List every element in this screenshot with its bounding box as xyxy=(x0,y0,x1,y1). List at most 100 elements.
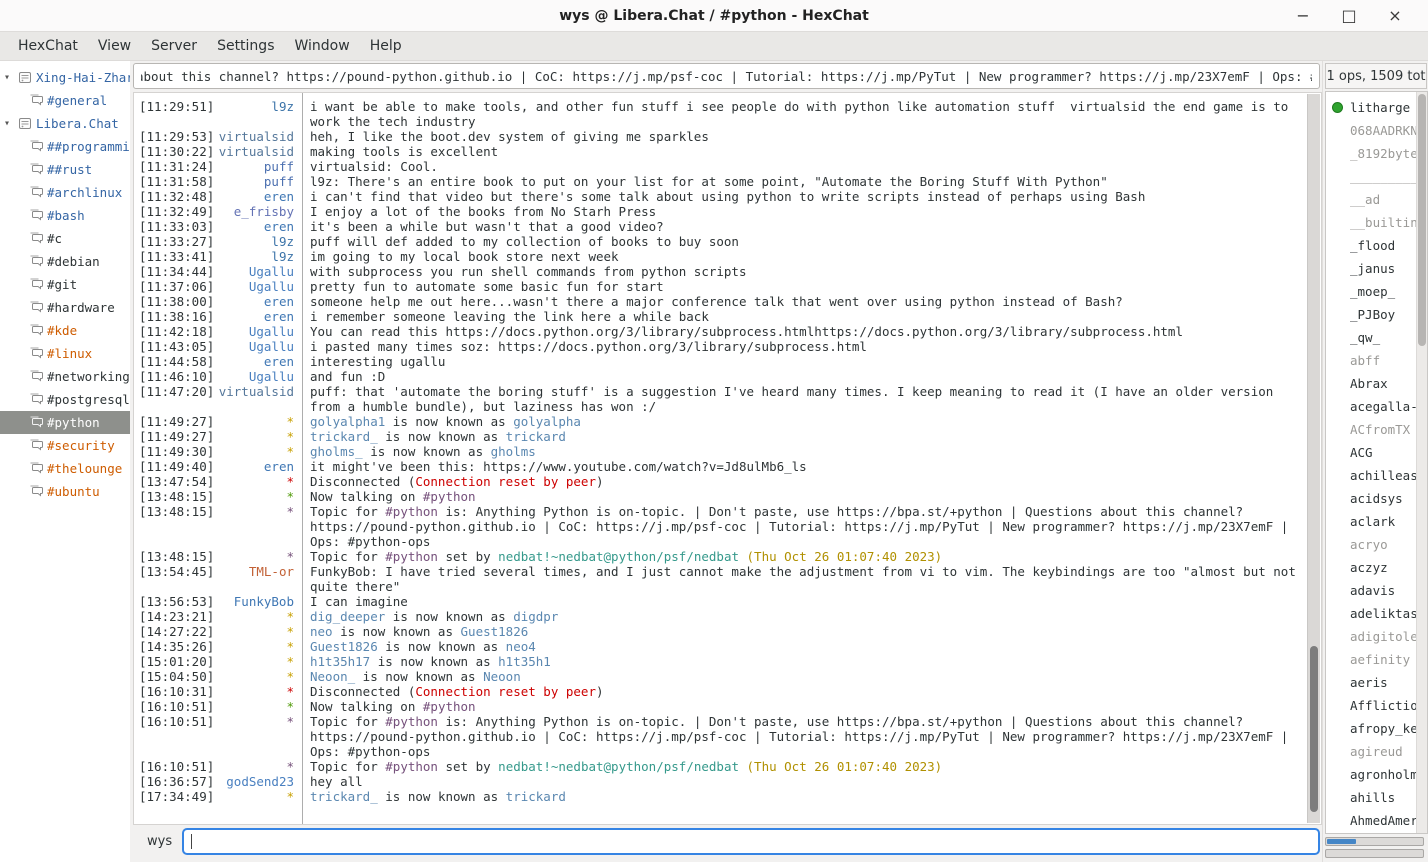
nick-label: eren xyxy=(264,189,294,204)
sidebar-item-hardware[interactable]: #hardware xyxy=(0,296,130,319)
message-segment: h1t35h17 xyxy=(310,654,370,669)
user-list-item[interactable]: _________ xyxy=(1326,165,1427,188)
sidebar-item-ubuntu[interactable]: #ubuntu xyxy=(0,480,130,503)
menu-item-hexchat[interactable]: HexChat xyxy=(8,34,88,58)
chat-line: [13:56:53]FunkyBobI can imagine xyxy=(139,594,1301,609)
topic-bar[interactable]: about this channel? https://pound-python… xyxy=(133,63,1320,89)
user-nick: ahills xyxy=(1350,790,1395,805)
user-list: litharge068AADRKN_8192byte___________ad_… xyxy=(1325,91,1428,834)
message-segment: gholms_ xyxy=(310,444,363,459)
sidebar-item-kde[interactable]: #kde xyxy=(0,319,130,342)
user-list-item[interactable]: _flood xyxy=(1326,234,1427,257)
sidebar-item-thelounge[interactable]: #thelounge xyxy=(0,457,130,480)
user-list-item[interactable]: adavis xyxy=(1326,579,1427,602)
user-list-item[interactable]: agronholm xyxy=(1326,763,1427,786)
chat-line: [11:46:10]Ugalluand fun :D xyxy=(139,369,1301,384)
sidebar-item-linux[interactable]: #linux xyxy=(0,342,130,365)
timestamp: [13:56:53] xyxy=(139,594,214,609)
sidebar-item-git[interactable]: #git xyxy=(0,273,130,296)
user-list-item[interactable]: _PJBoy xyxy=(1326,303,1427,326)
message-segment: set by xyxy=(438,759,498,774)
nick-label: Ugallu xyxy=(249,279,294,294)
menu-item-help[interactable]: Help xyxy=(360,34,412,58)
menu-item-view[interactable]: View xyxy=(88,34,141,58)
expander-icon[interactable]: ▾ xyxy=(4,118,18,129)
user-list-item[interactable]: litharge xyxy=(1326,96,1427,119)
user-list-item[interactable]: adeliktas xyxy=(1326,602,1427,625)
sidebar-item-python[interactable]: #python xyxy=(0,411,130,434)
user-list-item[interactable]: 068AADRKN xyxy=(1326,119,1427,142)
user-list-item[interactable]: _moep_ xyxy=(1326,280,1427,303)
sidebar-item-rust[interactable]: ##rust xyxy=(0,158,130,181)
message-text: Topic for #python is: Anything Python is… xyxy=(302,504,1301,549)
input-bar: wys xyxy=(133,825,1322,862)
timestamp: [11:42:18] xyxy=(139,324,214,339)
user-list-item[interactable]: ACfromTX xyxy=(1326,418,1427,441)
userlist-scrollbar-thumb[interactable] xyxy=(1418,94,1426,346)
user-list-item[interactable]: _8192byte xyxy=(1326,142,1427,165)
userlist-scrollbar[interactable] xyxy=(1416,92,1427,833)
chat-scrollbar-thumb[interactable] xyxy=(1310,646,1318,812)
user-list-item[interactable]: abff xyxy=(1326,349,1427,372)
minimize-button[interactable]: − xyxy=(1280,6,1326,25)
user-list-item[interactable]: ahills xyxy=(1326,786,1427,809)
message-text: h1t35h17 is now known as h1t35h1 xyxy=(302,654,1301,669)
event-star: * xyxy=(286,549,294,564)
user-list-item[interactable]: acegalla- xyxy=(1326,395,1427,418)
user-list-item[interactable]: afropy_ke xyxy=(1326,717,1427,740)
expander-icon[interactable]: ▾ xyxy=(4,72,18,83)
user-nick: _PJBoy xyxy=(1350,307,1395,322)
maximize-button[interactable]: □ xyxy=(1326,6,1372,25)
sidebar-item-debian[interactable]: #debian xyxy=(0,250,130,273)
tree-server-Libera.Chat[interactable]: ▾Libera.Chat xyxy=(0,112,130,135)
channel-icon xyxy=(29,255,47,268)
user-list-item[interactable]: __ad xyxy=(1326,188,1427,211)
user-list-item[interactable]: _janus xyxy=(1326,257,1427,280)
chat-scrollbar[interactable] xyxy=(1307,94,1320,823)
user-list-item[interactable]: _qw_ xyxy=(1326,326,1427,349)
message-segment: Topic for xyxy=(310,504,385,519)
nick-label: eren xyxy=(264,219,294,234)
sidebar-item-networking[interactable]: #networking xyxy=(0,365,130,388)
server-icon xyxy=(18,71,36,84)
tree-server-Xing-Hai-Zhar[interactable]: ▾Xing-Hai-Zhar xyxy=(0,66,130,89)
sidebar-item-security[interactable]: #security xyxy=(0,434,130,457)
sidebar-item-archlinux[interactable]: #archlinux xyxy=(0,181,130,204)
user-list-item[interactable]: acryo xyxy=(1326,533,1427,556)
menu-item-settings[interactable]: Settings xyxy=(207,34,284,58)
sidebar-item-bash[interactable]: #bash xyxy=(0,204,130,227)
user-list-item[interactable]: agireud xyxy=(1326,740,1427,763)
sidebar-item-programming[interactable]: ##programming xyxy=(0,135,130,158)
nick-label: virtualsid xyxy=(219,144,294,159)
nick-label: virtualsid xyxy=(219,129,294,144)
user-list-item[interactable]: achilleas xyxy=(1326,464,1427,487)
user-nick: achilleas xyxy=(1350,468,1418,483)
timestamp: [11:49:40] xyxy=(139,459,214,474)
sidebar-item-general[interactable]: #general xyxy=(0,89,130,112)
message-segment: is now known as xyxy=(378,789,506,804)
timestamp: [11:33:03] xyxy=(139,219,214,234)
user-list-item[interactable]: Abrax xyxy=(1326,372,1427,395)
sidebar-item-postgresql[interactable]: #postgresql xyxy=(0,388,130,411)
user-list-item[interactable]: aeris xyxy=(1326,671,1427,694)
user-list-item[interactable]: adigitole xyxy=(1326,625,1427,648)
user-list-item[interactable]: acidsys xyxy=(1326,487,1427,510)
user-list-item[interactable]: ACG xyxy=(1326,441,1427,464)
message-segment: golyalpha1 xyxy=(310,414,385,429)
sidebar-item-c[interactable]: #c xyxy=(0,227,130,250)
user-list-item[interactable]: aclark xyxy=(1326,510,1427,533)
event-star: * xyxy=(286,669,294,684)
user-list-item[interactable]: Afflictio xyxy=(1326,694,1427,717)
user-nick: adavis xyxy=(1350,583,1395,598)
user-list-item[interactable]: __builtin xyxy=(1326,211,1427,234)
message-segment: ) xyxy=(596,684,604,699)
user-list-item[interactable]: aczyz xyxy=(1326,556,1427,579)
chat-line: [11:42:18]UgalluYou can read this https:… xyxy=(139,324,1301,339)
timestamp: [16:10:31] xyxy=(139,684,214,699)
close-button[interactable]: × xyxy=(1372,6,1418,25)
menu-item-server[interactable]: Server xyxy=(141,34,207,58)
message-input[interactable] xyxy=(182,828,1320,855)
user-list-item[interactable]: AhmedAmer xyxy=(1326,809,1427,832)
user-list-item[interactable]: aefinity xyxy=(1326,648,1427,671)
menu-item-window[interactable]: Window xyxy=(284,34,359,58)
